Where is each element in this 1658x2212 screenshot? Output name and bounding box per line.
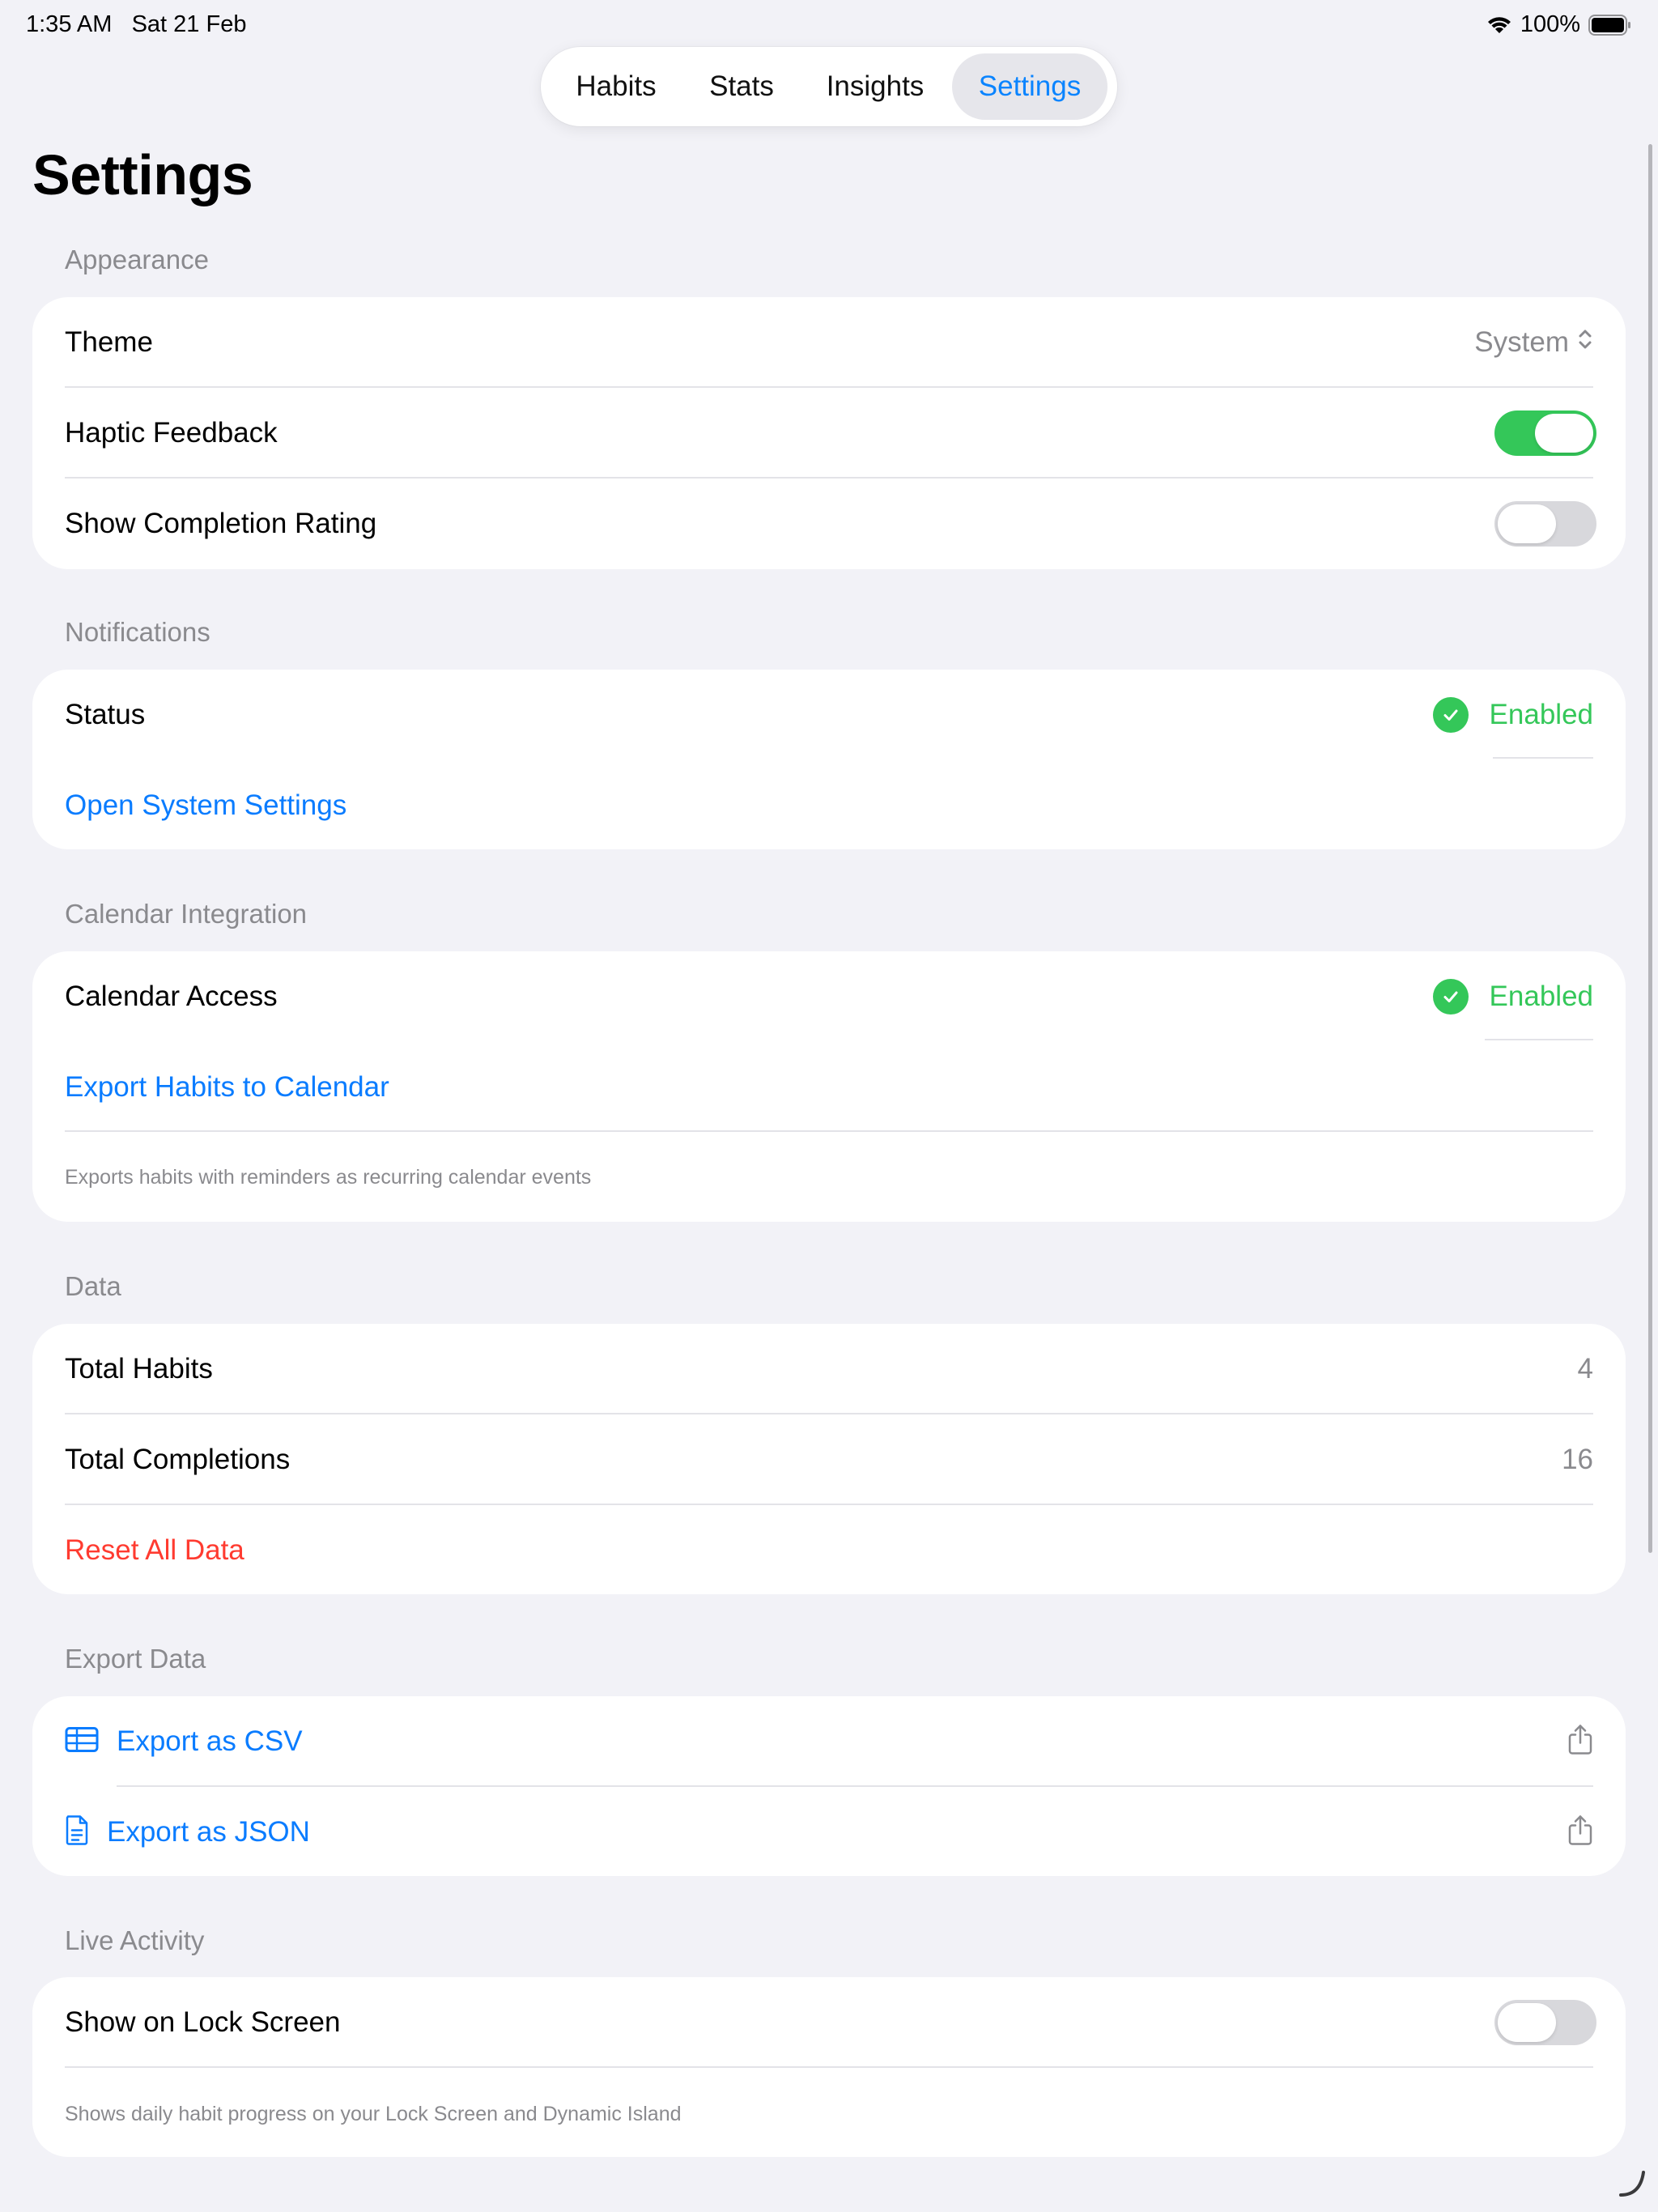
wifi-icon <box>1486 15 1512 35</box>
scroll-indicator[interactable] <box>1648 144 1652 1553</box>
section-header-appearance: Appearance <box>65 245 209 274</box>
total-habits-value: 4 <box>1577 1353 1593 1385</box>
total-completions-value: 16 <box>1562 1444 1593 1475</box>
notification-status-row: Status Enabled <box>32 670 1626 760</box>
battery-percent: 100% <box>1520 11 1580 37</box>
calendar-access-value: Enabled <box>1432 979 1593 1015</box>
toggle-knob <box>1535 414 1593 453</box>
notification-status-text: Enabled <box>1489 699 1593 730</box>
status-time-date: 1:35 AM Sat 21 Feb <box>26 11 246 38</box>
section-header-notifications: Notifications <box>65 617 210 647</box>
total-completions-label: Total Completions <box>65 1444 291 1475</box>
total-habits-row: Total Habits 4 <box>32 1324 1626 1414</box>
calendar-access-label: Calendar Access <box>65 981 278 1012</box>
live-activity-footnote: Shows daily habit progress on your Lock … <box>65 2103 682 2125</box>
export-card: Export as CSV Export as JSON <box>32 1696 1626 1876</box>
open-system-settings-row[interactable]: Open System Settings <box>32 760 1626 851</box>
section-header-live-activity: Live Activity <box>65 1925 205 1955</box>
theme-row[interactable]: Theme System <box>32 297 1626 388</box>
section-header-calendar: Calendar Integration <box>65 899 308 929</box>
divider <box>1493 757 1593 759</box>
table-icon <box>65 1727 99 1757</box>
completion-rating-toggle[interactable] <box>1494 501 1596 547</box>
open-system-settings-link[interactable]: Open System Settings <box>65 789 346 822</box>
completion-rating-row: Show Completion Rating <box>32 479 1626 569</box>
share-icon[interactable] <box>1567 1724 1593 1760</box>
export-csv-row[interactable]: Export as CSV <box>32 1696 1626 1787</box>
chevron-up-down-icon <box>1577 326 1593 359</box>
notification-status-label: Status <box>65 699 146 730</box>
calendar-footnote: Exports habits with reminders as recurri… <box>65 1166 592 1189</box>
calendar-access-row: Calendar Access Enabled <box>32 951 1626 1042</box>
calendar-card: Calendar Access Enabled Export Habits to… <box>32 951 1626 1222</box>
completion-rating-label: Show Completion Rating <box>65 508 377 539</box>
battery-icon <box>1588 14 1632 36</box>
total-habits-label: Total Habits <box>65 1353 213 1385</box>
tab-stats[interactable]: Stats <box>685 53 798 120</box>
haptic-row: Haptic Feedback <box>32 388 1626 479</box>
total-completions-row: Total Completions 16 <box>32 1414 1626 1505</box>
haptic-toggle[interactable] <box>1494 410 1596 456</box>
checkmark-circle-icon <box>1432 697 1469 733</box>
export-csv-label[interactable]: Export as CSV <box>117 1725 303 1758</box>
tab-habits[interactable]: Habits <box>547 53 685 120</box>
resize-handle-icon[interactable] <box>1618 2169 1647 2202</box>
lock-screen-label: Show on Lock Screen <box>65 2006 341 2038</box>
toggle-knob <box>1498 504 1556 543</box>
tab-bar: Habits Stats Insights Settings <box>541 47 1117 126</box>
section-header-export: Export Data <box>65 1644 206 1674</box>
divider <box>1485 1039 1593 1040</box>
live-activity-card: Show on Lock Screen Shows daily habit pr… <box>32 1977 1626 2157</box>
section-header-data: Data <box>65 1271 121 1301</box>
theme-picker[interactable]: System <box>1474 326 1593 359</box>
divider <box>65 1130 1593 1132</box>
calendar-access-text: Enabled <box>1489 981 1593 1012</box>
toggle-knob <box>1498 2003 1556 2042</box>
page-title: Settings <box>32 143 253 206</box>
status-right: 100% <box>1486 11 1632 38</box>
status-bar: 1:35 AM Sat 21 Feb 100% <box>0 0 1658 52</box>
status-time: 1:35 AM <box>26 11 113 37</box>
checkmark-circle-icon <box>1432 979 1469 1015</box>
export-json-row[interactable]: Export as JSON <box>32 1787 1626 1878</box>
export-json-label[interactable]: Export as JSON <box>107 1816 310 1848</box>
notifications-card: Status Enabled Open System Settings <box>32 670 1626 849</box>
share-icon[interactable] <box>1567 1814 1593 1851</box>
data-card: Total Habits 4 Total Completions 16 Rese… <box>32 1324 1626 1594</box>
haptic-label: Haptic Feedback <box>65 417 278 449</box>
reset-all-data-button[interactable]: Reset All Data <box>65 1534 244 1567</box>
appearance-card: Theme System Haptic Feedback Show Comple… <box>32 297 1626 569</box>
export-to-calendar-link[interactable]: Export Habits to Calendar <box>65 1071 389 1104</box>
lock-screen-row: Show on Lock Screen <box>32 1977 1626 2068</box>
theme-value: System <box>1474 326 1569 358</box>
tab-settings[interactable]: Settings <box>952 53 1107 120</box>
divider <box>65 2066 1593 2068</box>
tab-insights[interactable]: Insights <box>798 53 952 120</box>
notification-status-value: Enabled <box>1432 697 1593 733</box>
reset-data-row[interactable]: Reset All Data <box>32 1505 1626 1596</box>
theme-label: Theme <box>65 326 153 358</box>
status-date: Sat 21 Feb <box>131 11 247 37</box>
export-to-calendar-row[interactable]: Export Habits to Calendar <box>32 1042 1626 1133</box>
document-icon <box>65 1815 89 1850</box>
lock-screen-toggle[interactable] <box>1494 2000 1596 2045</box>
